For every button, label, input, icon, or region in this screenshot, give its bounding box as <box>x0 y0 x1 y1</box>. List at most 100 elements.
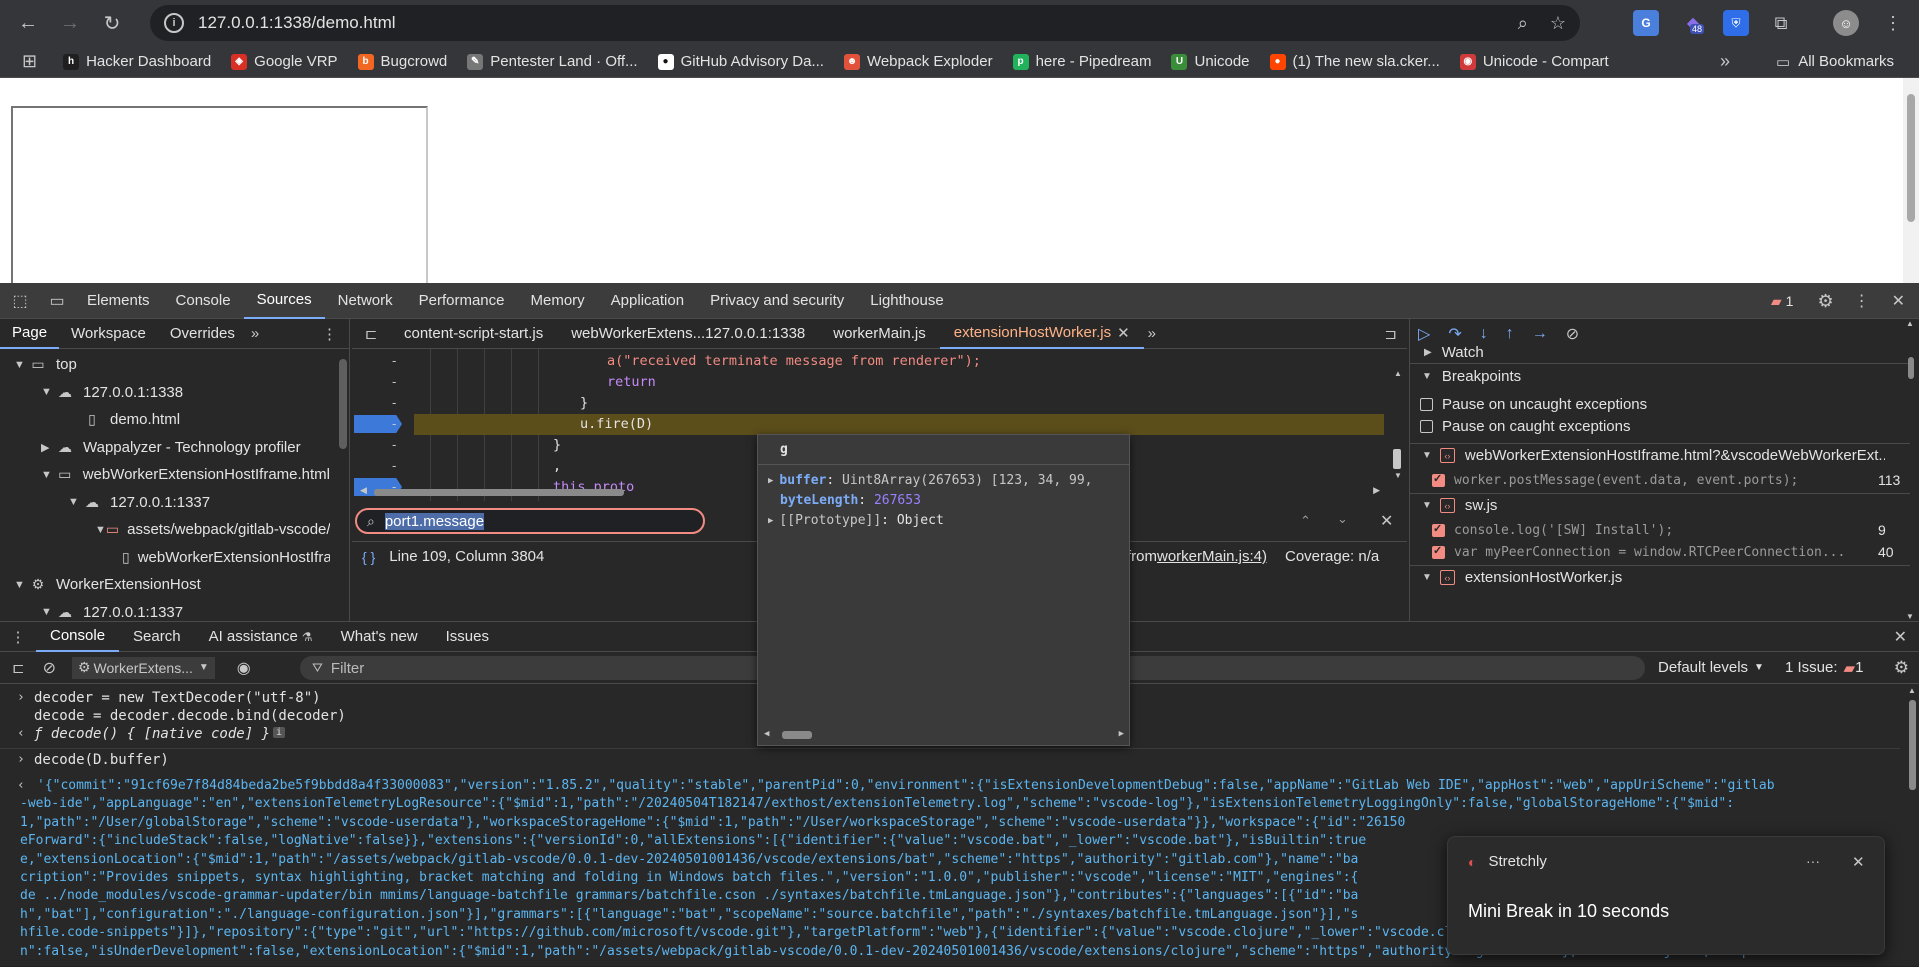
avatar[interactable]: ☺ <box>1833 10 1859 36</box>
forward-button[interactable]: → <box>52 5 88 41</box>
toast-close-icon[interactable]: ✕ <box>1852 853 1865 871</box>
step-over-icon[interactable]: ↷ <box>1448 324 1461 344</box>
bookmark-item[interactable]: ◉ Unicode - Compart <box>1459 53 1609 70</box>
expand-arrow-icon[interactable]: ▼ <box>1422 450 1432 461</box>
debugger-scrollbar[interactable]: ▲ ▼ <box>1905 319 1917 621</box>
more-bookmarks-icon[interactable]: » <box>1720 51 1730 72</box>
shield-extension-icon[interactable]: ⛨ <box>1723 10 1749 36</box>
expand-arrow-icon[interactable]: ▶ <box>768 476 773 486</box>
tree-expand-icon[interactable]: ▼ <box>41 606 55 618</box>
device-toolbar-icon[interactable]: ▭ <box>40 291 74 311</box>
apps-icon[interactable]: ⊞ <box>22 51 37 72</box>
console-scrollbar[interactable]: ▲ <box>1905 686 1919 967</box>
line-gutter-dash[interactable]: - <box>392 353 396 368</box>
drawer-tab-issues[interactable]: Issues <box>432 622 503 652</box>
search-prev-icon[interactable]: ⌃ <box>1300 513 1311 529</box>
tree-expand-icon[interactable]: ▼ <box>95 524 106 536</box>
breakpoint-checkbox[interactable] <box>1432 522 1445 537</box>
line-gutter-dash[interactable]: - <box>392 395 396 410</box>
editor-tab[interactable]: workerMain.js <box>819 319 940 349</box>
bookmark-item[interactable]: h Hacker Dashboard <box>63 53 211 70</box>
site-info-icon[interactable]: i <box>164 13 184 33</box>
tree-node[interactable]: ▼ ⚙ WorkerExtensionHost <box>0 571 330 599</box>
deactivate-breakpoints-icon[interactable]: ⊘ <box>1566 324 1579 344</box>
more-options-icon[interactable]: ⋮ <box>1854 291 1870 311</box>
tree-expand-icon[interactable]: ▼ <box>14 359 28 371</box>
issues-indicator[interactable]: ▰ 1 <box>1771 293 1794 310</box>
drawer-menu-icon[interactable]: ⋮ <box>0 628 36 646</box>
toggle-navigator-icon[interactable]: ⊏ <box>352 325 390 343</box>
embedded-iframe[interactable] <box>11 106 428 286</box>
menu-icon[interactable]: ⋮ <box>1880 10 1906 36</box>
back-button[interactable]: ← <box>10 5 46 41</box>
popover-buffer-row[interactable]: ▶ buffer : Uint8Array(267653) [123, 34, … <box>768 473 1093 488</box>
more-tabs-icon[interactable]: » <box>251 325 259 342</box>
navigator-scrollbar[interactable] <box>339 359 347 449</box>
close-drawer-icon[interactable]: ✕ <box>1894 627 1907 647</box>
toast-more-icon[interactable]: ··· <box>1806 853 1820 869</box>
search-input[interactable]: ⌕ port1.message <box>355 508 705 534</box>
breakpoints-section[interactable]: ▼ Breakpoints <box>1410 363 1910 389</box>
resume-icon[interactable]: ▷ <box>1418 324 1430 344</box>
address-url[interactable]: 127.0.0.1:1338/demo.html <box>198 13 396 33</box>
google-translate-icon[interactable]: G <box>1633 10 1659 36</box>
line-gutter-dash[interactable]: - <box>392 458 396 473</box>
info-badge-icon[interactable]: i <box>273 727 286 738</box>
expand-arrow-icon[interactable]: ▶ <box>768 516 773 526</box>
editor-vscrollbar[interactable]: ▲ ▼ <box>1390 349 1404 501</box>
line-gutter-dash[interactable]: - <box>392 416 396 431</box>
puzzle-icon[interactable]: ⧉ <box>1768 10 1794 36</box>
breakpoint-checkbox[interactable] <box>1432 472 1445 487</box>
nav-tab-overrides[interactable]: Overrides <box>158 319 247 349</box>
nav-tab-workspace[interactable]: Workspace <box>59 319 158 349</box>
breakpoint-file-header[interactable]: ▼ ‹› sw.js <box>1410 493 1910 517</box>
tree-node[interactable]: ▼ ☁ 127.0.0.1:1337 <box>0 489 330 517</box>
tree-node[interactable]: ▯ webWorkerExtensionHostIframe.html?&... <box>0 544 330 572</box>
tree-node[interactable]: ▼ ▭ top <box>0 351 330 379</box>
tab-elements[interactable]: Elements <box>74 283 163 319</box>
reload-button[interactable]: ↻ <box>94 5 130 41</box>
breakpoint-file-header[interactable]: ▼ ‹› webWorkerExtensionHostIframe.html?&vs… <box>1410 443 1910 467</box>
search-next-icon[interactable]: ⌄ <box>1337 511 1348 527</box>
breakpoint-file-header[interactable]: ▼ ‹› extensionHostWorker.js <box>1410 565 1910 589</box>
bookmark-item[interactable]: p here - Pipedream <box>1012 53 1151 70</box>
tree-node[interactable]: ▶ ☁ Wappalyzer - Technology profiler <box>0 434 330 462</box>
watch-section[interactable]: ▶ Watch <box>1410 342 1910 362</box>
pause-caught-row[interactable]: Pause on caught exceptions <box>1410 416 1910 436</box>
navigator-menu-icon[interactable]: ⋮ <box>322 325 337 343</box>
tab-memory[interactable]: Memory <box>518 283 598 319</box>
pause-caught-checkbox[interactable] <box>1420 419 1433 433</box>
log-levels-dropdown[interactable]: Default levels ▼ <box>1658 659 1764 676</box>
tree-expand-icon[interactable]: ▼ <box>68 496 82 508</box>
tree-node[interactable]: ▯ demo.html <box>0 406 330 434</box>
pretty-print-icon[interactable]: { } <box>362 549 375 565</box>
line-gutter-dash[interactable]: - <box>392 437 396 452</box>
tree-expand-icon[interactable]: ▼ <box>14 579 28 591</box>
sidebar-toggle-icon[interactable]: ⊏ <box>12 659 25 677</box>
bookmark-star-icon[interactable]: ☆ <box>1550 13 1566 34</box>
bookmark-item[interactable]: ◈ Google VRP <box>231 53 338 70</box>
tab-privacy-and-security[interactable]: Privacy and security <box>697 283 857 319</box>
tree-expand-icon[interactable]: ▼ <box>41 386 55 398</box>
tree-expand-icon[interactable]: ▶ <box>41 441 55 454</box>
tab-network[interactable]: Network <box>325 283 406 319</box>
close-devtools-icon[interactable]: ✕ <box>1892 291 1905 311</box>
tab-performance[interactable]: Performance <box>406 283 518 319</box>
tree-node[interactable]: ▼ ▭ webWorkerExtensionHostIframe.html <box>0 461 330 489</box>
drawer-tab-search[interactable]: Search <box>119 622 195 652</box>
console-settings-icon[interactable]: ⚙ <box>1894 658 1909 678</box>
popover-hscrollbar[interactable]: ◀ ▶ <box>764 729 1124 741</box>
breakpoint-checkbox[interactable] <box>1432 544 1445 559</box>
clear-console-icon[interactable]: ⊘ <box>43 658 56 678</box>
nav-tab-page[interactable]: Page <box>0 319 60 349</box>
tab-console[interactable]: Console <box>163 283 244 319</box>
page-scrollbar[interactable] <box>1903 78 1919 283</box>
close-search-icon[interactable]: ✕ <box>1380 511 1393 531</box>
source-map-link[interactable]: workerMain.js:4) <box>1157 548 1267 565</box>
breakpoint-entry[interactable]: console.log('[SW] Install'); 9 <box>1410 520 1910 540</box>
stretchly-notification[interactable]: ◐ Stretchly ··· ✕ Mini Break in 10 secon… <box>1447 836 1885 955</box>
breakpoint-entry[interactable]: worker.postMessage(event.data, event.por… <box>1410 470 1910 490</box>
popover-prototype-row[interactable]: ▶ [[Prototype]] : Object <box>768 513 944 528</box>
editor-tab[interactable]: content-script-start.js <box>390 319 557 349</box>
expand-arrow-icon[interactable]: ▼ <box>1422 572 1432 583</box>
